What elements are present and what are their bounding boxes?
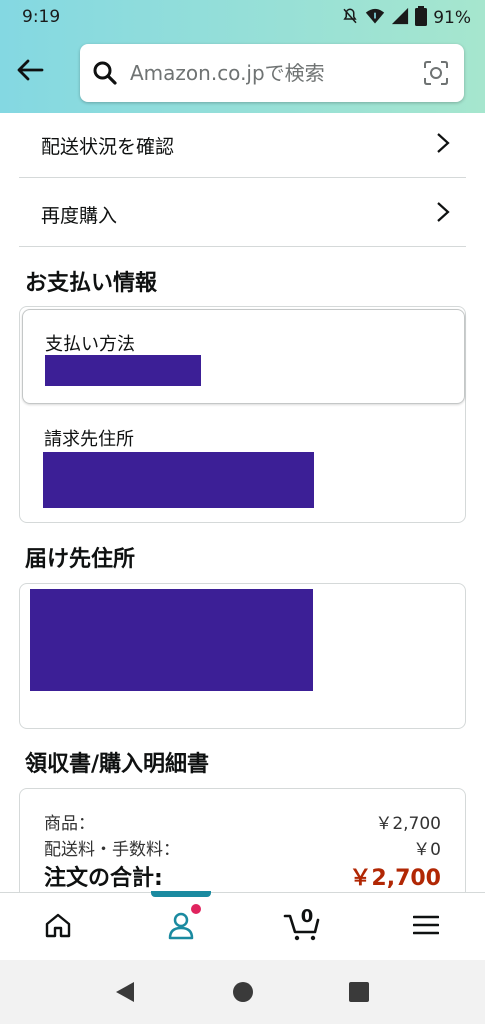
shipping-address-redacted	[30, 589, 313, 691]
search-input[interactable]	[130, 56, 410, 90]
wifi-icon	[365, 7, 385, 29]
summary-items-value: ￥2,700	[375, 814, 441, 834]
menu-icon	[412, 914, 440, 940]
track-package-row[interactable]: 配送状況を確認	[19, 110, 466, 178]
billing-address-label: 請求先住所	[44, 429, 134, 450]
nav-cart[interactable]	[262, 893, 342, 961]
nav-menu[interactable]	[386, 893, 466, 961]
shipping-address-card	[19, 583, 466, 729]
cart-count: 0	[300, 906, 314, 927]
buy-again-row[interactable]: 再度購入	[19, 179, 466, 247]
android-back-icon[interactable]	[114, 981, 136, 1007]
buy-again-label: 再度購入	[41, 205, 118, 227]
chevron-right-icon	[436, 132, 450, 158]
payment-info-title: お支払い情報	[25, 271, 158, 296]
bottom-nav	[0, 891, 485, 961]
payment-method-card[interactable]: 支払い方法	[22, 309, 465, 404]
home-icon	[44, 912, 72, 942]
battery-percent: 91%	[433, 8, 471, 28]
nav-account[interactable]	[141, 893, 221, 961]
payment-method-label: 支払い方法	[45, 334, 135, 355]
shipping-address-title: 届け先住所	[25, 547, 136, 572]
summary-shipping-label: 配送料・手数料：	[44, 840, 180, 860]
summary-items-label: 商品：	[44, 814, 95, 834]
status-time: 9:19	[22, 7, 61, 27]
track-package-label: 配送状況を確認	[41, 136, 175, 158]
order-total-value: ￥2,700	[349, 866, 441, 891]
system-nav-bar	[0, 960, 485, 1024]
payment-method-redacted	[45, 355, 201, 386]
payment-info-card: 支払い方法 請求先住所	[19, 306, 466, 523]
billing-address-redacted	[43, 452, 314, 508]
nav-home[interactable]	[18, 893, 98, 961]
mute-icon	[341, 7, 359, 29]
android-recents-icon[interactable]	[348, 981, 370, 1007]
status-icons: 91%	[341, 6, 471, 30]
signal-icon	[391, 7, 409, 29]
search-icon	[92, 60, 118, 90]
order-total-label: 注文の合計:	[44, 866, 163, 891]
android-home-icon[interactable]	[232, 981, 254, 1007]
search-bar[interactable]	[80, 44, 464, 102]
app-header: 9:19 91%	[0, 0, 485, 113]
summary-shipping-row: 配送料・手数料： ￥0	[44, 835, 441, 860]
camera-icon[interactable]	[422, 59, 450, 91]
chevron-right-icon	[436, 201, 450, 227]
receipt-title: 領収書/購入明細書	[25, 752, 210, 777]
back-button[interactable]	[12, 54, 48, 90]
status-bar: 9:19 91%	[0, 0, 485, 36]
summary-items-row: 商品： ￥2,700	[44, 809, 441, 834]
account-icon	[166, 910, 196, 944]
back-arrow-icon	[16, 58, 44, 86]
summary-total-row: 注文の合計: ￥2,700	[44, 860, 441, 892]
battery-icon	[415, 6, 428, 30]
summary-shipping-value: ￥0	[413, 840, 441, 860]
notification-dot	[191, 904, 201, 914]
